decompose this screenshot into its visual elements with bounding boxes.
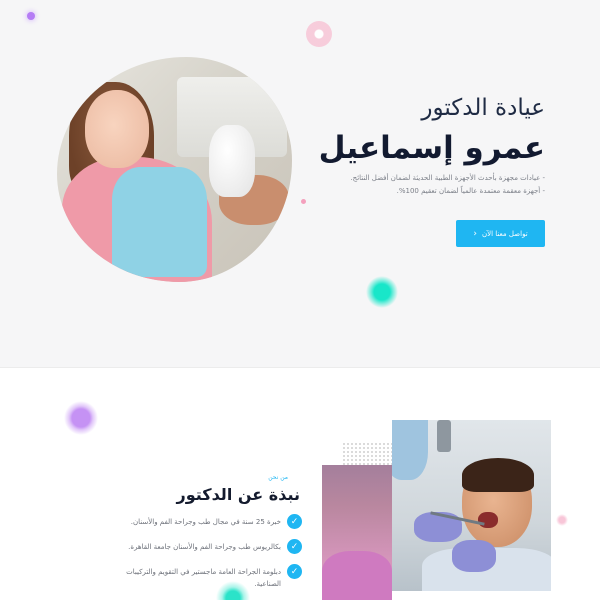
hero-title-doctor-name: عمرو إسماعيل (318, 130, 545, 166)
contact-now-button[interactable]: تواصل معنا الآن ‹ (456, 220, 545, 247)
dots-pattern-decor (342, 442, 392, 466)
about-list-item: ✓ دبلومة الجراحة العامة ماجستير في التقو… (120, 564, 302, 590)
hero-image (57, 57, 292, 282)
check-icon: ✓ (287, 564, 302, 579)
about-item-text: خبرة 25 سنة في مجال طب وجراحة الفم والأس… (130, 518, 281, 526)
about-title: نبذة عن الدكتور (176, 485, 300, 504)
about-image-small (322, 465, 392, 600)
about-list-item: ✓ خبرة 25 سنة في مجال طب وجراحة الفم وال… (120, 514, 302, 529)
decor-glow (64, 401, 98, 435)
decor-ring (306, 21, 332, 47)
about-image-patient (392, 420, 551, 591)
decor-dot (556, 514, 568, 526)
about-item-text: بكالريوس طب وجراحة الفم والأسنان جامعة ا… (128, 543, 281, 551)
about-item-text: دبلومة الجراحة العامة ماجستير في التقويم… (126, 568, 281, 588)
decor-glow (366, 276, 398, 308)
hero-section: عيادة الدكتور عمرو إسماعيل - عيادات مجهز… (0, 0, 600, 367)
chevron-left-icon: ‹ (473, 228, 477, 239)
tooth-model (209, 125, 255, 197)
check-icon: ✓ (287, 514, 302, 529)
check-icon: ✓ (287, 539, 302, 554)
hero-title-line1: عيادة الدكتور (421, 95, 545, 121)
hero-feature-item: - أجهزة معقمة معتمدة عالمياً لضمان تعقيم… (396, 187, 545, 195)
about-list: ✓ خبرة 25 سنة في مجال طب وجراحة الفم وال… (120, 514, 302, 600)
about-section: من نحن نبذة عن الدكتور ✓ خبرة 25 سنة في … (0, 367, 600, 600)
about-list-item: ✓ بكالريوس طب وجراحة الفم والأسنان جامعة… (120, 539, 302, 554)
hero-features-list: - عيادات مجهزة بأحدث الأجهزة الطبية الحد… (345, 172, 545, 198)
decor-dot (27, 12, 35, 20)
contact-now-label: تواصل معنا الآن (481, 229, 528, 238)
hero-feature-item: - عيادات مجهزة بأحدث الأجهزة الطبية الحد… (350, 174, 545, 182)
about-subtitle: من نحن (268, 474, 288, 481)
decor-dot (301, 199, 306, 204)
